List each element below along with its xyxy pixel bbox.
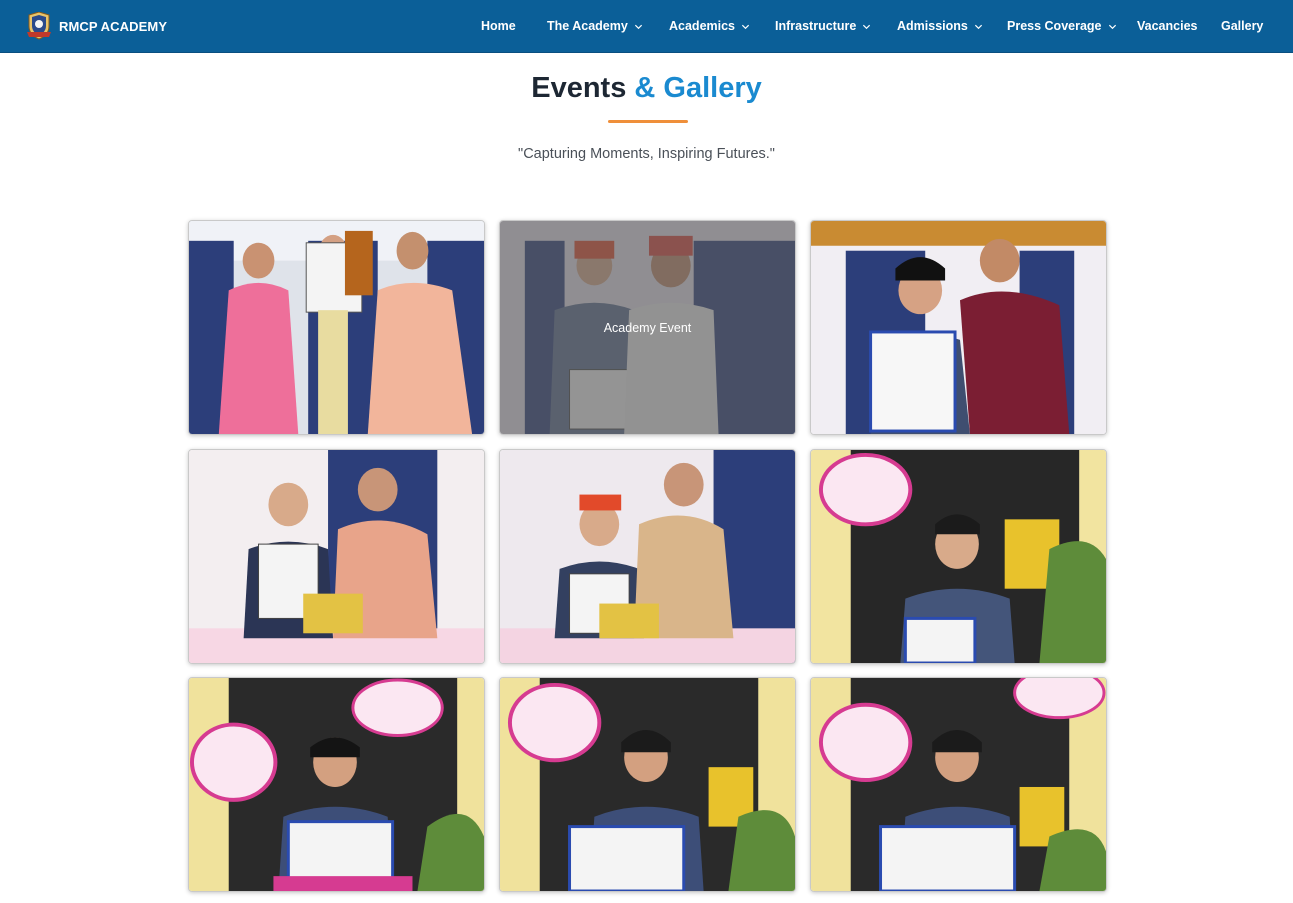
hover-caption: Academy Event <box>603 320 692 335</box>
event-photo-image <box>811 221 1106 434</box>
gallery-photo-8[interactable] <box>499 677 796 892</box>
event-photo-image <box>500 450 795 663</box>
gallery-photo-4[interactable] <box>188 449 485 664</box>
nav-label: Press Coverage <box>1007 19 1102 33</box>
nav-label: Admissions <box>897 19 968 33</box>
nav-label: Gallery <box>1221 19 1264 33</box>
title-underline <box>608 120 688 123</box>
event-photo-image <box>189 450 484 663</box>
nav-label: Academics <box>669 19 736 33</box>
nav-label: The Academy <box>547 19 628 33</box>
chevron-down-icon <box>1108 22 1117 31</box>
brand-link[interactable]: RMCP ACADEMY <box>26 12 167 40</box>
gallery-photo-5[interactable] <box>499 449 796 664</box>
navbar: RMCP ACADEMY Home The Academy Academics … <box>0 0 1293 53</box>
gallery-photo-1[interactable] <box>188 220 485 435</box>
gallery-photo-3[interactable] <box>810 220 1107 435</box>
nav-infrastructure[interactable]: Infrastructure <box>775 19 871 33</box>
chevron-down-icon <box>634 22 643 31</box>
gallery-photo-2[interactable]: Academy Event <box>499 220 796 435</box>
nav-admissions[interactable]: Admissions <box>897 19 983 33</box>
event-photo-image <box>500 678 795 891</box>
event-photo-image <box>811 450 1106 663</box>
hover-overlay: Academy Event <box>500 221 795 434</box>
chevron-down-icon <box>974 22 983 31</box>
page-title-text: Events & Gallery <box>531 72 762 104</box>
nav-home[interactable]: Home <box>481 19 516 33</box>
nav-vacancies[interactable]: Vacancies <box>1137 19 1197 33</box>
page-title: Events & Gallery <box>0 72 1293 105</box>
title-accent: & Gallery <box>634 72 762 104</box>
chevron-down-icon <box>741 22 750 31</box>
title-main: Events <box>531 72 627 104</box>
page-subtitle: "Capturing Moments, Inspiring Futures." <box>518 146 775 162</box>
nav-label: Home <box>481 19 516 33</box>
event-photo-image <box>811 678 1106 891</box>
chevron-down-icon <box>862 22 871 31</box>
event-photo-image <box>189 678 484 891</box>
nav-press-coverage[interactable]: Press Coverage <box>1007 19 1117 33</box>
academy-crest-icon <box>26 12 52 40</box>
gallery-photo-9[interactable] <box>810 677 1107 892</box>
nav-the-academy[interactable]: The Academy <box>547 19 643 33</box>
nav-academics[interactable]: Academics <box>669 19 750 33</box>
nav-gallery[interactable]: Gallery <box>1221 19 1263 33</box>
event-photo-image <box>189 221 484 434</box>
gallery-photo-6[interactable] <box>810 449 1107 664</box>
nav-label: Vacancies <box>1137 19 1198 33</box>
nav-label: Infrastructure <box>775 19 857 33</box>
gallery-photo-7[interactable] <box>188 677 485 892</box>
brand-name: RMCP ACADEMY <box>59 18 168 34</box>
